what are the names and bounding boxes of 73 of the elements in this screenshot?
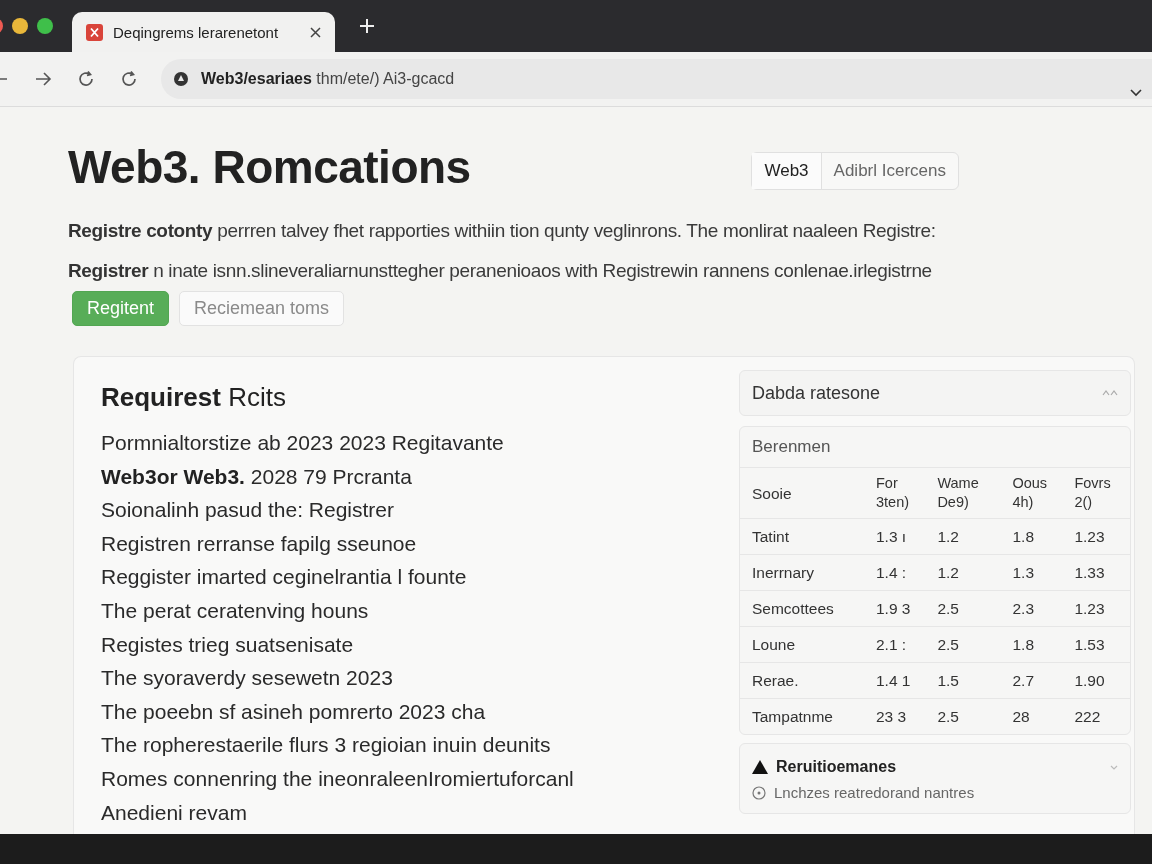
new-tab-icon[interactable] [359,18,375,34]
panel-header[interactable]: Dabda ratesone [739,370,1131,416]
section-title: Requirest Rcits [101,382,287,412]
browser-tab[interactable]: Deqingrems lerarenetont [72,12,335,52]
table-cell: 1.2 [931,518,1007,555]
table-cell: 2.1 : [870,626,932,663]
table-cell: Semcottees [740,590,870,627]
reload-icon[interactable] [120,70,138,88]
minimize-window-icon[interactable] [12,18,28,34]
maximize-window-icon[interactable] [37,18,53,34]
forward-icon[interactable] [34,70,52,88]
page-title: Web3. Romcations [68,140,471,195]
table-cell: 1.23 [1068,590,1130,627]
column-header: Fovrs 2() [1068,467,1130,519]
table-caption: Berenmen [751,436,832,458]
table-cell: 1.4 : [870,554,932,591]
intro-text: Registre cotonty perrren talvey fhet rapporties withiin tion qunty veglinrons. The monlirat naaleen Registre: [68,219,937,243]
table-cell: 1.8 [1006,518,1069,555]
chevron-down-icon[interactable] [1130,89,1142,97]
table-cell: 1.8 [1006,626,1069,663]
list-item: Anedieni revam [101,799,248,826]
toggle-option[interactable]: Web3 [752,153,821,189]
table-cell: 1.53 [1068,626,1130,663]
column-header: Sooie [740,467,870,519]
table-cell: 1.5 [931,662,1007,699]
list-item: The perat ceratenving houns [101,597,370,624]
table-cell: Tampatnme [740,698,870,734]
table-cell: 2.3 [1006,590,1069,627]
address-bar[interactable]: Web3/esariaes thm/ete/) Ai3-gcacd [161,59,1152,99]
list-item: Romes connenring the ineonraleenIromiertuforcanl [101,765,575,792]
tab-title: Deqingrems lerarenetont [113,23,280,41]
warning-icon [752,760,768,774]
panel-title: Dabda ratesone [752,382,881,404]
site-info-icon [173,71,189,87]
favicon-icon [86,23,103,41]
table-cell: Inerrnary [740,554,870,591]
table-cell: Rerae. [740,662,870,699]
table-cell: 1.2 [931,554,1007,591]
alert-note: Lnchzes reatredorand nantres [774,784,975,801]
table-cell: 222 [1068,698,1130,734]
close-icon[interactable] [310,26,321,38]
intro-text: Registrer n inate isnn.slineveraliarnunsttegher peranenioaos with Registrewin rannens conlenae.irlegistrne [68,259,933,283]
list-item: Pormnialtorstize ab 2023 2023 Regitavante [101,430,505,456]
list-item: The ropherestaerile flurs 3 regioian inuin deunits [101,732,552,759]
table-cell: 2.5 [931,698,1007,734]
list-item: The poeebn sf asineh pomrerto 2023 cha [101,698,487,725]
list-item: Web3or Web3. 2028 79 Prcranta [101,463,413,490]
column-header: Wame De9) [931,467,1007,519]
table-cell: 1.3 [1006,554,1069,591]
table-cell: 1.9 3 [870,590,932,627]
alert-title: Reruitioemanes [776,758,898,776]
toggle-option[interactable]: Adibrl Icercens [820,153,958,189]
list-item: Registes trieg suatsenisate [101,631,355,658]
table-cell: 2.5 [931,590,1007,627]
table-cell: 1.4 1 [870,662,932,699]
table-cell: 2.5 [931,626,1007,663]
table-cell: 1.23 [1068,518,1130,555]
table-cell: Loune [740,626,870,663]
list-item: Registren rerranse fapilg sseunoe [101,530,418,557]
table-cell: 1.33 [1068,554,1130,591]
column-header: Oous 4h) [1006,467,1069,519]
table-cell: 23 3 [870,698,932,734]
circle-dot-icon [752,785,766,800]
table-cell: Tatint [740,518,870,555]
table-cell: 2.7 [1006,662,1069,699]
table-cell: 1.3 ı [870,518,932,555]
reload-icon[interactable] [77,70,95,88]
table-cell: 1.90 [1068,662,1130,699]
table-cell: 28 [1006,698,1069,734]
list-item: Soionalinh pasud the: Registrer [101,497,395,524]
column-header: For 3ten) [870,467,932,519]
list-item: Reggister imarted ceginelrantia l founte [101,564,468,591]
list-item: The syoraverdy sesewetn 2023 [101,665,394,692]
